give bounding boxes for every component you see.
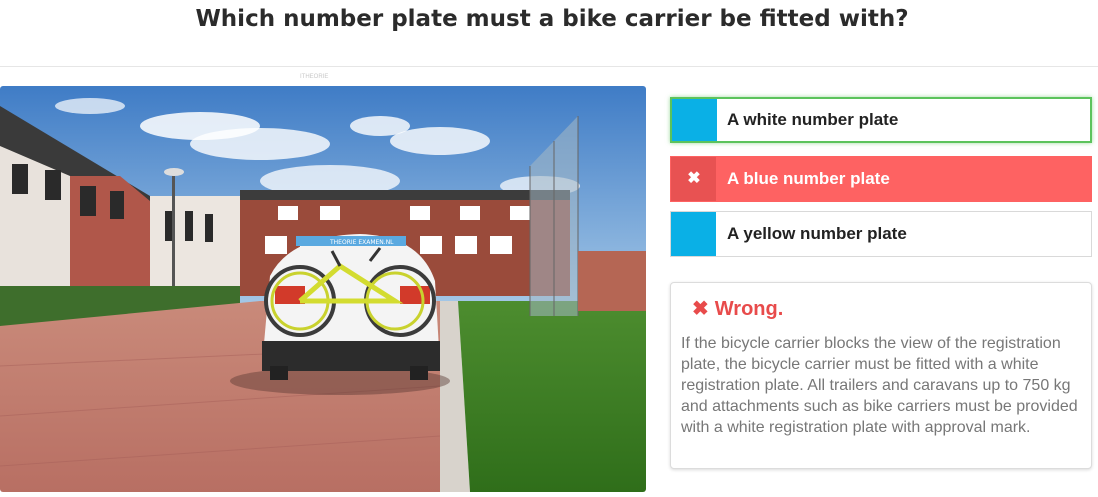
answer-option-blue-plate[interactable]: ✖ A blue number plate (670, 156, 1092, 202)
answer-option-label: A blue number plate (727, 169, 890, 188)
close-icon: ✖ (692, 298, 709, 320)
feedback-heading: ✖ Wrong. (692, 296, 783, 321)
blue-square-icon (672, 99, 717, 141)
answer-option-white-plate[interactable]: A white number plate (670, 97, 1092, 143)
watermark: ITHEORIE (300, 74, 329, 80)
roof-sign-text: THEORIE EXAMEN.NL (329, 239, 394, 246)
blue-square-icon (671, 212, 716, 256)
answer-option-yellow-plate[interactable]: A yellow number plate (670, 211, 1092, 257)
question-image: THEORIE EXAMEN.NL (0, 86, 646, 492)
wrong-marker: ✖ (671, 157, 716, 201)
feedback-heading-text: Wrong. (714, 298, 784, 320)
header-divider (0, 66, 1098, 67)
answer-option-label: A white number plate (727, 110, 899, 129)
feedback-explanation: If the bicycle carrier blocks the view o… (681, 335, 1078, 436)
close-icon: ✖ (687, 170, 701, 187)
question-title: Which number plate must a bike carrier b… (195, 6, 909, 32)
answer-option-label: A yellow number plate (727, 224, 907, 243)
feedback-panel: ✖ Wrong. If the bicycle carrier blocks th… (670, 282, 1092, 469)
